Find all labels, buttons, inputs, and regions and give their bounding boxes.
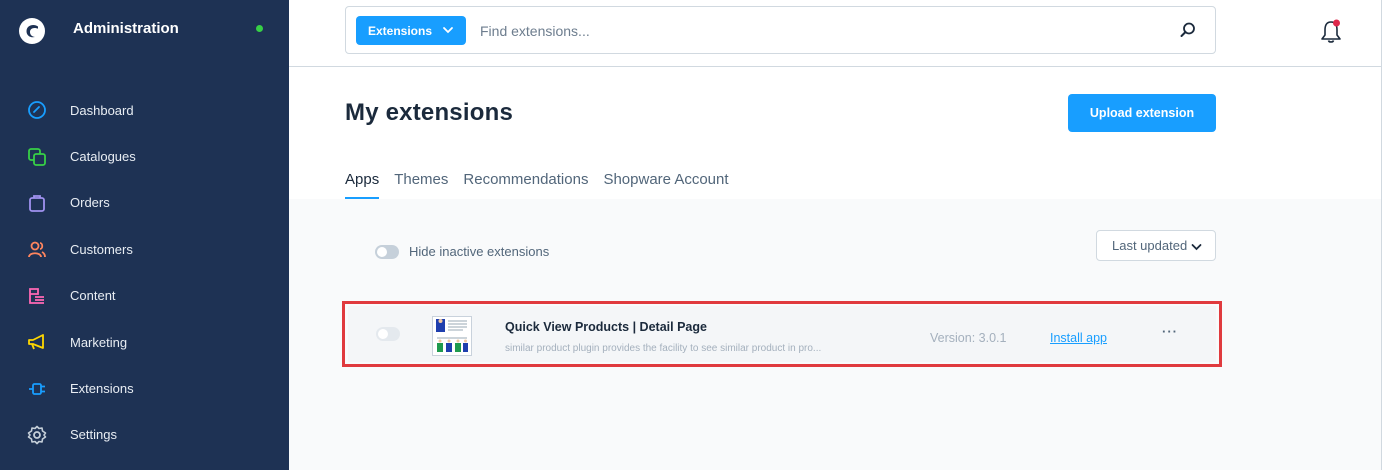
- orders-bag-icon: [26, 192, 48, 214]
- tab-themes[interactable]: Themes: [394, 171, 448, 199]
- sidebar-item-extensions[interactable]: Extensions: [0, 365, 289, 411]
- sidebar-item-label: Marketing: [70, 334, 128, 350]
- extensions-plug-icon: [26, 378, 48, 400]
- sort-dropdown[interactable]: Last updated: [1096, 230, 1216, 261]
- sidebar-item-label: Customers: [70, 241, 133, 257]
- sidebar-item-catalogues[interactable]: Catalogues: [0, 133, 289, 179]
- search-scope-label: Extensions: [368, 23, 433, 38]
- sidebar-item-settings[interactable]: Settings: [0, 412, 289, 458]
- sidebar-item-label: Dashboard: [70, 102, 134, 118]
- sidebar-item-label: Catalogues: [70, 149, 136, 165]
- main-content: My extensions Upload extension Apps Them…: [289, 68, 1382, 470]
- sidebar-nav: Dashboard Catalogues Orders Customers Co…: [0, 87, 289, 458]
- sidebar-header: Administration: [0, 0, 289, 62]
- sidebar-item-content[interactable]: Content: [0, 273, 289, 319]
- hide-inactive-row: Hide inactive extensions: [375, 244, 549, 259]
- sidebar-item-label: Settings: [70, 427, 117, 443]
- sidebar-item-label: Content: [70, 288, 116, 304]
- sort-dropdown-label: Last updated: [1112, 238, 1188, 253]
- shopware-logo-icon[interactable]: [19, 18, 45, 44]
- hide-inactive-label: Hide inactive extensions: [409, 244, 550, 259]
- app-title: Administration: [73, 20, 179, 37]
- catalogues-icon: [26, 146, 48, 168]
- sidebar: Administration Dashboard Catalogues Orde…: [0, 0, 289, 470]
- customers-icon: [26, 238, 48, 260]
- search-bar: Extensions: [345, 6, 1216, 54]
- top-bar: Extensions: [289, 0, 1382, 67]
- online-status-dot: [256, 25, 263, 32]
- sidebar-item-label: Extensions: [70, 381, 134, 397]
- settings-gear-icon: [26, 424, 48, 446]
- sidebar-item-label: Orders: [70, 195, 110, 211]
- tab-apps[interactable]: Apps: [345, 171, 380, 199]
- marketing-megaphone-icon: [26, 331, 48, 353]
- content-icon: [26, 285, 48, 307]
- dashboard-gauge-icon: [26, 99, 48, 121]
- tab-shopware-account[interactable]: Shopware Account: [603, 171, 728, 199]
- upload-extension-button[interactable]: Upload extension: [1068, 94, 1216, 132]
- chevron-down-icon: [443, 27, 453, 34]
- sidebar-item-marketing[interactable]: Marketing: [0, 319, 289, 365]
- extension-tabs: Apps Themes Recommendations Shopware Acc…: [345, 171, 729, 199]
- page-title: My extensions: [345, 99, 513, 126]
- chevron-down-icon: [1191, 244, 1202, 251]
- search-scope-dropdown[interactable]: Extensions: [356, 16, 466, 45]
- highlight-frame: [342, 301, 1222, 367]
- sidebar-item-dashboard[interactable]: Dashboard: [0, 87, 289, 133]
- page-header: My extensions Upload extension Apps Them…: [289, 68, 1382, 199]
- hide-inactive-toggle[interactable]: [375, 244, 399, 259]
- sidebar-item-orders[interactable]: Orders: [0, 180, 289, 226]
- search-icon[interactable]: [1179, 21, 1197, 39]
- notifications-bell-icon[interactable]: [1319, 19, 1343, 45]
- tab-recommendations[interactable]: Recommendations: [463, 171, 588, 199]
- sidebar-item-customers[interactable]: Customers: [0, 226, 289, 272]
- search-input[interactable]: [480, 19, 1160, 43]
